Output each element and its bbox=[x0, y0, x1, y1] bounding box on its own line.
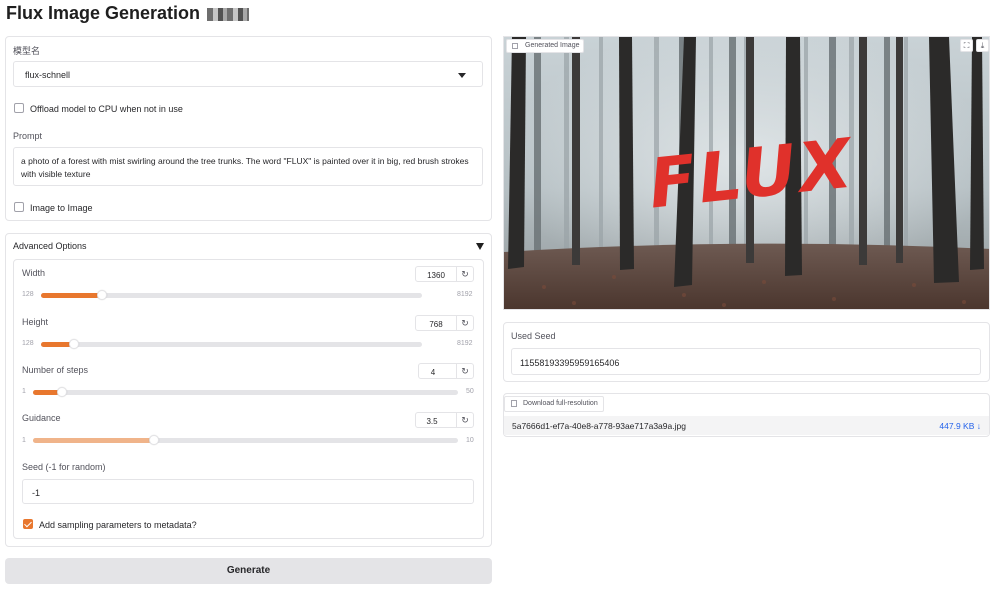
height-slider-handle[interactable] bbox=[69, 339, 79, 349]
guidance-label: Guidance bbox=[22, 413, 61, 423]
model-dropdown[interactable]: flux-schnell bbox=[13, 61, 483, 87]
generated-image-label-text: Generated Image bbox=[525, 42, 580, 49]
img2img-label: Image to Image bbox=[30, 203, 93, 213]
collapse-triangle-icon[interactable] bbox=[476, 243, 484, 250]
model-label: 模型名 bbox=[13, 46, 41, 56]
width-number-input[interactable]: 1360 ↻ bbox=[415, 266, 474, 282]
prompt-label: Prompt bbox=[13, 131, 43, 141]
file-size-link[interactable]: 447.9 KB ↓ bbox=[939, 421, 981, 431]
seed-input[interactable]: -1 bbox=[22, 479, 474, 504]
chevron-down-icon bbox=[458, 73, 466, 78]
generated-image-label: Generated Image bbox=[506, 39, 585, 53]
page-title-text: Flux Image Generation bbox=[6, 3, 201, 23]
height-number-input[interactable]: 768 ↻ bbox=[415, 315, 474, 331]
model-dropdown-value: flux-schnell bbox=[25, 70, 71, 80]
file-icon bbox=[511, 400, 517, 407]
page-title: Flux Image Generation bbox=[6, 3, 250, 24]
image-icon bbox=[512, 43, 518, 49]
img2img-checkbox[interactable] bbox=[14, 202, 24, 212]
height-max: 8192 bbox=[457, 340, 473, 347]
steps-number-input[interactable]: 4 ↻ bbox=[418, 363, 474, 379]
guidance-slider-fill bbox=[33, 438, 151, 443]
width-min: 128 bbox=[22, 291, 34, 298]
reset-icon[interactable]: ↻ bbox=[456, 413, 473, 427]
guidance-slider[interactable] bbox=[33, 435, 458, 445]
file-row[interactable]: 5a7666d1-ef7a-40e8-a778-93ae717a3a9a.jpg… bbox=[504, 416, 989, 435]
reset-icon[interactable]: ↻ bbox=[456, 364, 473, 378]
guidance-value: 3.5 bbox=[426, 417, 438, 426]
offload-label: Offload model to CPU when not in use bbox=[30, 104, 183, 114]
used-seed-value: 11558193395959165406 bbox=[520, 358, 620, 368]
width-slider-fill bbox=[41, 293, 99, 298]
steps-min: 1 bbox=[22, 388, 26, 395]
reset-icon[interactable]: ↻ bbox=[456, 267, 473, 281]
steps-slider-handle[interactable] bbox=[57, 387, 67, 397]
guidance-min: 1 bbox=[22, 437, 26, 444]
guidance-slider-handle[interactable] bbox=[149, 435, 159, 445]
fullscreen-icon[interactable]: ⛶ bbox=[960, 39, 973, 52]
steps-label: Number of steps bbox=[22, 365, 89, 375]
generate-button[interactable]: Generate bbox=[5, 558, 492, 584]
generated-image: FLUX bbox=[504, 37, 989, 309]
steps-value: 4 bbox=[430, 368, 436, 377]
seed-input-value: -1 bbox=[32, 488, 41, 498]
steps-slider-fill bbox=[33, 390, 59, 395]
height-slider[interactable] bbox=[41, 339, 422, 349]
guidance-number-input[interactable]: 3.5 ↻ bbox=[415, 412, 474, 428]
guidance-max: 10 bbox=[466, 437, 474, 444]
file-name: 5a7666d1-ef7a-40e8-a778-93ae717a3a9a.jpg bbox=[512, 421, 686, 431]
height-value: 768 bbox=[429, 320, 443, 329]
download-label-text: Download full-resolution bbox=[523, 400, 598, 407]
download-label: Download full-resolution bbox=[504, 396, 604, 412]
offload-checkbox[interactable] bbox=[14, 103, 24, 113]
steps-slider[interactable] bbox=[33, 387, 458, 397]
steps-max: 50 bbox=[466, 388, 474, 395]
used-seed-field[interactable]: 11558193395959165406 bbox=[511, 348, 981, 375]
download-icon[interactable]: ⤓ bbox=[976, 39, 989, 52]
used-seed-label: Used Seed bbox=[511, 331, 556, 341]
width-label: Width bbox=[22, 268, 46, 278]
redacted-mark bbox=[207, 8, 250, 21]
height-min: 128 bbox=[22, 340, 34, 347]
width-slider[interactable] bbox=[41, 290, 422, 300]
height-label: Height bbox=[22, 317, 49, 327]
metadata-label: Add sampling parameters to metadata? bbox=[39, 520, 197, 530]
metadata-checkbox[interactable] bbox=[23, 519, 33, 529]
advanced-options-toggle[interactable]: Advanced Options bbox=[13, 241, 87, 251]
prompt-textarea[interactable]: a photo of a forest with mist swirling a… bbox=[13, 147, 483, 186]
width-slider-handle[interactable] bbox=[97, 290, 107, 300]
seed-label: Seed (-1 for random) bbox=[22, 462, 106, 472]
generated-image-panel: FLUX Generated Image ⛶ ⤓ bbox=[503, 36, 990, 310]
height-slider-fill bbox=[41, 342, 71, 347]
width-max: 8192 bbox=[457, 291, 473, 298]
reset-icon[interactable]: ↻ bbox=[456, 316, 473, 330]
width-value: 1360 bbox=[427, 271, 445, 280]
